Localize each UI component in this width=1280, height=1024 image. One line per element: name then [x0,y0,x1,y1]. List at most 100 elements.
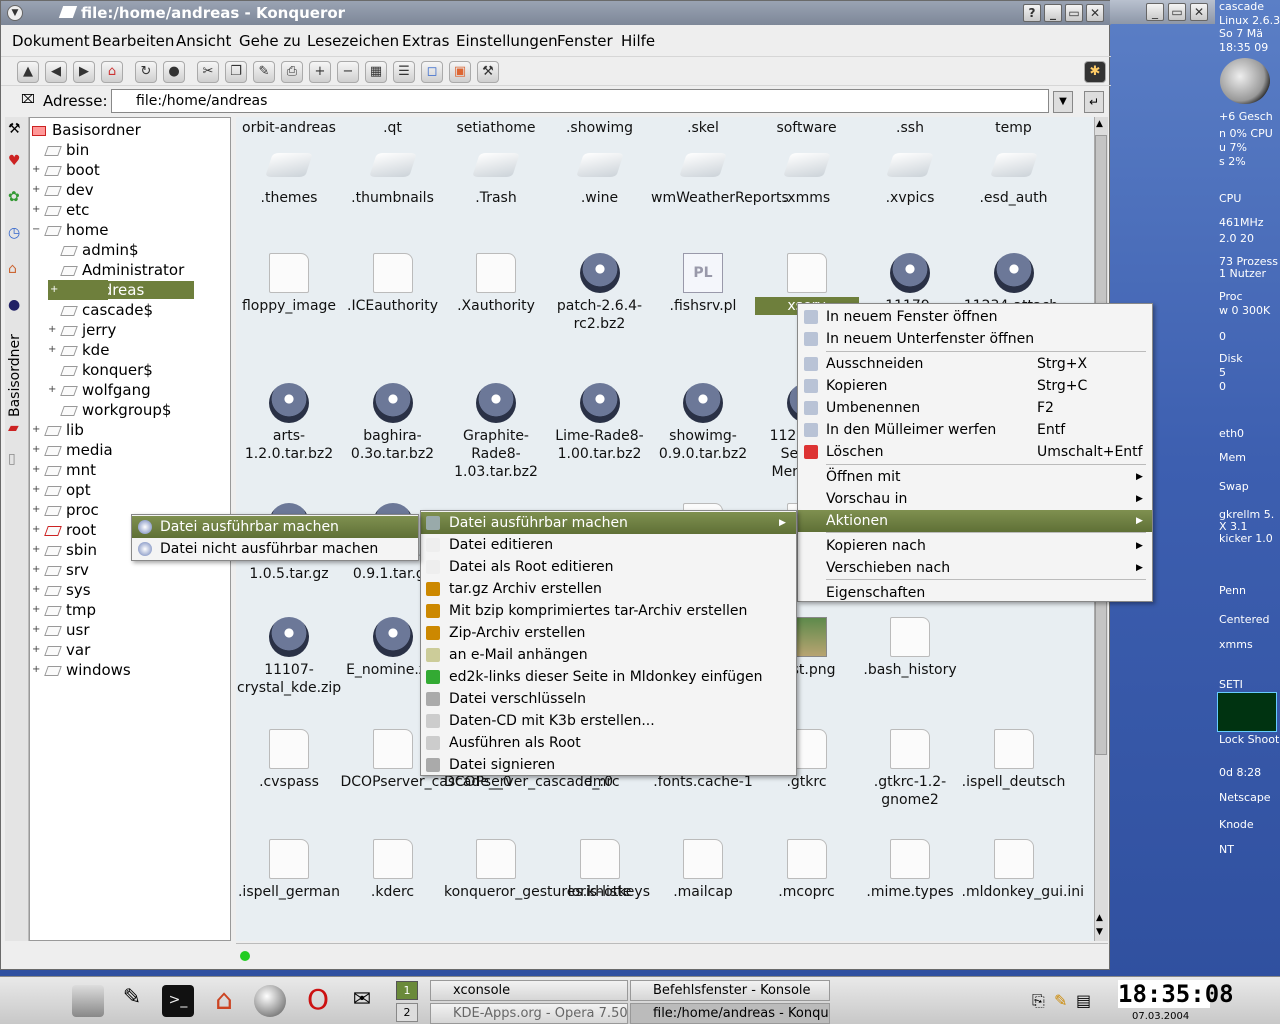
title-bar[interactable]: ▼ file:/home/andreas - Konqueror ? _ ▭ ✕ [1,1,1111,25]
address-input[interactable]: file:/home/andreas [111,89,1049,113]
konsole-icon[interactable]: >_ [162,985,194,1017]
expand-icon[interactable]: + [32,180,40,200]
root-folder-icon[interactable]: ▰ [8,420,19,436]
kmix-icon[interactable]: ▤ [1076,991,1091,1010]
file-item[interactable]: Lime-Rade8-1.00.tar.bz2 [548,383,652,463]
action-item[interactable]: Datei signieren [421,754,796,776]
tree-item-windows[interactable]: windows + [32,660,131,680]
tree-item-admin[interactable]: admin$ [60,240,139,260]
make-not-executable-item[interactable]: Datei nicht ausführbar machen [132,538,418,560]
file-item[interactable]: .ssh [858,119,962,137]
desktop-2-button[interactable]: 2 [396,1003,418,1022]
make-executable-item[interactable]: Datei ausführbar machen [132,516,418,538]
other-minimize-button[interactable]: _ [1146,3,1164,21]
menu-item-vorschau-in[interactable]: Vorschau in ▶ [798,488,1152,510]
clock[interactable]: 18:35:08 [1118,980,1234,1008]
tree-item-var[interactable]: var + [32,640,90,660]
file-item[interactable]: orbit-andreas [237,119,341,137]
tree-item-proc[interactable]: proc + [32,500,99,520]
menu-gehe-zu[interactable]: Gehe zu [239,32,301,50]
kmenu-icon[interactable] [72,985,104,1017]
file-item[interactable]: .xvpics [858,145,962,207]
expand-icon[interactable]: + [48,380,56,400]
file-item[interactable]: patch-2.6.4-rc2.bz2 [548,253,652,333]
file-item[interactable]: PL .fishsrv.pl [651,253,755,315]
copy-icon[interactable]: ❐ [225,61,247,83]
file-item[interactable]: konqueror_gestures.khotkeys [444,839,650,901]
file-item[interactable]: .Xauthority [444,253,548,315]
file-item[interactable]: .thumbnails [341,145,445,207]
menu-item-in-neuem-unterfenster-ffnen[interactable]: In neuem Unterfenster öffnen [798,328,1152,350]
expand-icon[interactable]: + [32,660,40,680]
tree-item-konquer[interactable]: konquer$ [60,360,153,380]
expand-icon[interactable]: + [32,200,40,220]
action-item[interactable]: Datei editieren [421,534,796,556]
file-item[interactable]: .Trash [444,145,548,207]
menu-einstellungen[interactable]: Einstellungen [456,32,558,50]
file-item[interactable]: 11107-crystal_kde.zip [237,617,341,697]
file-item[interactable]: .ICEauthority [341,253,445,315]
tree-item-home[interactable]: home − [32,220,109,240]
desktop-1-button[interactable]: 1 [396,981,418,1000]
tree-item-sys[interactable]: sys + [32,580,91,600]
file-item[interactable]: .gtkrc-1.2-gnome2 [858,729,962,809]
history-icon[interactable]: ◷ [8,225,20,241]
menu-item-l-schen[interactable]: Löschen Umschalt+Entf [798,441,1152,463]
desktop-icon[interactable]: ✎ [116,985,148,1017]
up-icon[interactable]: ▲ [17,61,39,83]
file-item[interactable]: .wine [548,145,652,207]
scroll-up-icon[interactable]: ▲ [1096,119,1103,129]
file-item[interactable]: .cvspass [237,729,341,791]
file-item[interactable]: software [755,119,859,137]
menu-item-eigenschaften[interactable]: Eigenschaften [798,582,1152,604]
action-item[interactable]: Daten-CD mit K3b erstellen... [421,710,796,732]
expand-icon[interactable]: + [32,420,40,440]
expand-icon[interactable]: + [32,500,40,520]
expand-icon[interactable]: + [32,520,40,540]
tree-root[interactable]: Basisordner [32,120,141,140]
tree-item-srv[interactable]: srv + [32,560,89,580]
tree-item-boot[interactable]: boot + [32,160,100,180]
network-icon[interactable]: ● [8,297,20,313]
reload-icon[interactable]: ↻ [135,61,157,83]
expand-icon[interactable]: + [48,280,109,300]
file-item[interactable]: .ispell_deutsch [962,729,1066,791]
expand-icon[interactable]: + [32,560,40,580]
tree-item-dev[interactable]: dev + [32,180,94,200]
menu-bearbeiten[interactable]: Bearbeiten [92,32,174,50]
opera-launcher-icon[interactable]: O [302,985,334,1017]
action-item[interactable]: Datei verschlüsseln [421,688,796,710]
action-item[interactable]: Zip-Archiv erstellen [421,622,796,644]
bookmarks-icon[interactable]: ♥ [8,153,21,169]
devices-icon[interactable]: ✿ [8,189,20,205]
scroll-down-icon[interactable]: ▼ [1096,927,1103,937]
file-item[interactable]: .mailcap [651,839,755,901]
file-item[interactable]: .mcoprc [755,839,859,901]
action-item[interactable]: ed2k-links dieser Seite in Mldonkey einf… [421,666,796,688]
other-close-button[interactable]: ✕ [1190,3,1208,21]
tree-item-opt[interactable]: opt + [32,480,91,500]
zoom-in-icon[interactable]: + [309,61,331,83]
file-item[interactable]: wmWeatherReports [651,145,789,207]
file-item[interactable]: .bash_history [858,617,962,679]
menu-item-ausschneiden[interactable]: Ausschneiden Strg+X [798,353,1152,375]
tree-item-kde[interactable]: kde + [48,340,109,360]
task-konsole[interactable]: Befehlsfenster - Konsole [630,980,830,1001]
menu-item--ffnen-mit[interactable]: Öffnen mit ▶ [798,466,1152,488]
expand-icon[interactable]: + [32,480,40,500]
expand-icon[interactable]: + [32,600,40,620]
clear-location-icon[interactable]: ⌧ [21,92,35,106]
tree-item-mnt[interactable]: mnt + [32,460,96,480]
tree-item-bin[interactable]: bin [44,140,89,160]
list-view-icon[interactable]: ☰ [393,61,415,83]
tree-item-usr[interactable]: usr + [32,620,90,640]
home-launcher-icon[interactable]: ⌂ [208,985,240,1017]
address-dropdown-icon[interactable]: ▼ [1053,91,1073,113]
konqueror-launcher-icon[interactable] [254,985,286,1017]
tile-view-icon[interactable]: ▣ [449,61,471,83]
menu-item-in-den-m-lleimer-werfen[interactable]: In den Mülleimer werfen Entf [798,419,1152,441]
klipper-icon[interactable]: ⎘ [1032,991,1045,1011]
window-menu-icon[interactable]: ▼ [7,5,23,21]
maximize-button[interactable]: ▭ [1065,4,1083,22]
tab-basisordner[interactable]: Basisordner [7,332,27,417]
